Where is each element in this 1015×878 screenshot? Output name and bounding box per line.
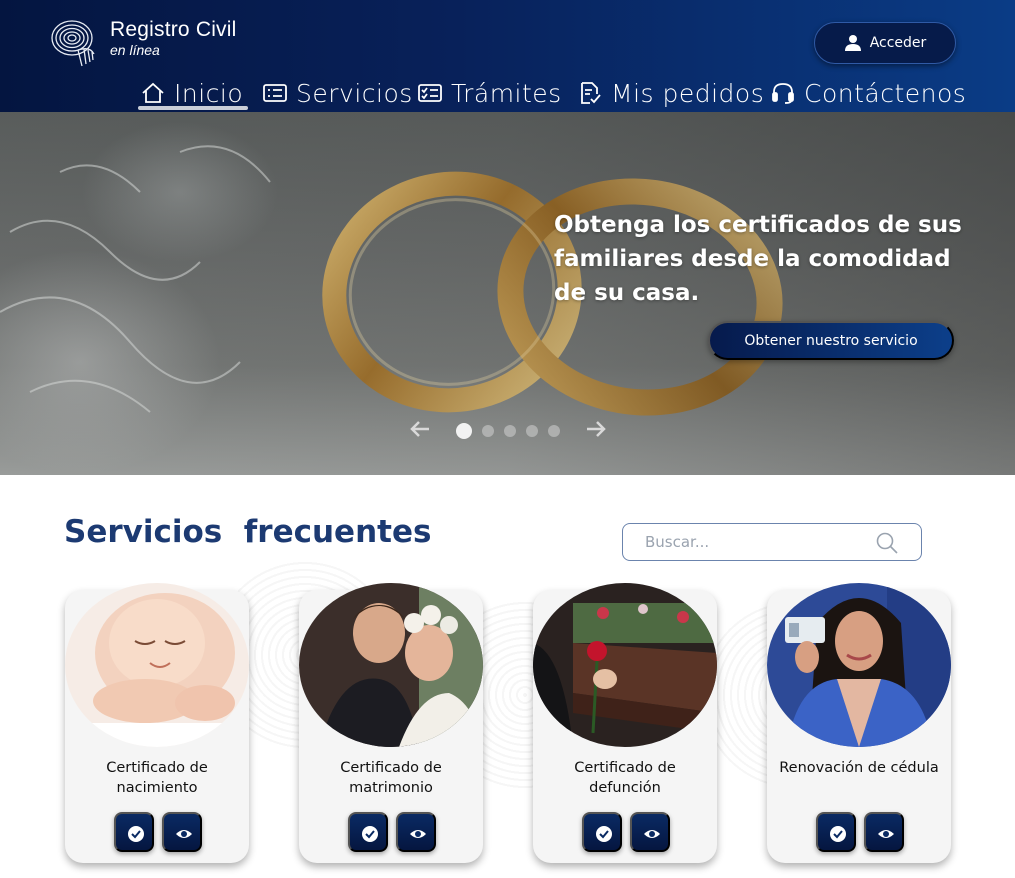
carousel-dot-1[interactable] [456,423,472,439]
view-button[interactable] [396,812,436,852]
section-title: Servicios frecuentes [64,514,432,550]
woman-with-id-card-photo [767,583,951,747]
check-circle-icon [830,826,846,842]
logo-subtitle: en línea [110,42,160,58]
newborn-baby-photo [65,583,249,747]
nav-label-inicio: Inicio [174,78,244,108]
search-icon[interactable] [875,531,899,555]
card-title: Renovación de cédula [779,760,939,776]
card-title: Certificado de defunción [574,760,676,796]
search-input[interactable] [645,532,875,552]
headset-icon [772,83,794,104]
login-button[interactable]: Acceder [814,22,956,64]
nav-item-inicio[interactable]: Inicio [140,76,243,110]
site-header: Registro Civil en línea Acceder Inicio S… [0,0,1015,112]
carousel-dot-4[interactable] [526,425,538,437]
hero-headline: Obtenga los certificados de sus familiar… [554,212,962,306]
nav-active-indicator [138,106,248,110]
search-box [622,523,922,561]
checklist-icon [418,84,442,102]
request-button[interactable] [348,812,388,852]
arrow-left-icon[interactable] [409,418,431,440]
service-card-nacimiento[interactable]: Certificado de nacimiento [65,583,249,863]
eye-icon [176,830,192,838]
eye-icon [410,830,426,838]
carousel-dot-2[interactable] [482,425,494,437]
check-circle-icon [128,826,144,842]
fingerprint-hand-logo-icon [51,20,95,67]
check-circle-icon [596,826,612,842]
get-service-button[interactable]: Obtener nuestro servicio [708,321,954,360]
eye-icon [878,830,894,838]
arrow-right-icon[interactable] [585,418,607,440]
login-label: Acceder [869,35,927,51]
carousel-dot-5[interactable] [548,425,560,437]
request-button[interactable] [816,812,856,852]
service-card-cedula[interactable]: Renovación de cédula [767,583,951,863]
funeral-rose-photo [533,583,717,747]
nav-label-servicios: Servicios [296,78,413,108]
nav-label-contactenos: Contáctenos [804,78,967,108]
site-logo[interactable]: Registro Civil en línea [48,14,248,74]
request-button[interactable] [114,812,154,852]
hero-carousel: Obtenga los certificados de sus familiar… [0,112,1015,475]
list-card-icon [263,84,287,102]
nav-item-contactenos[interactable]: Contáctenos [770,76,966,110]
logo-title: Registro Civil [110,18,237,41]
nav-item-servicios[interactable]: Servicios [262,76,413,110]
check-circle-icon [362,826,378,842]
wedding-couple-photo [299,583,483,747]
card-title: Certificado de nacimiento [106,760,208,796]
view-button[interactable] [162,812,202,852]
eye-icon [644,830,660,838]
user-icon [844,35,861,51]
home-icon [142,82,164,103]
nav-label-mis-pedidos: Mis pedidos [611,78,765,108]
request-button[interactable] [582,812,622,852]
service-card-matrimonio[interactable]: Certificado de matrimonio [299,583,483,863]
document-check-icon [581,82,601,104]
view-button[interactable] [630,812,670,852]
carousel-dot-3[interactable] [504,425,516,437]
view-button[interactable] [864,812,904,852]
nav-label-tramites: Trámites [451,78,562,108]
nav-item-tramites[interactable]: Trámites [417,76,562,110]
card-title: Certificado de matrimonio [340,760,442,796]
service-card-defuncion[interactable]: Certificado de defunción [533,583,717,863]
nav-item-mis-pedidos[interactable]: Mis pedidos [577,76,764,110]
